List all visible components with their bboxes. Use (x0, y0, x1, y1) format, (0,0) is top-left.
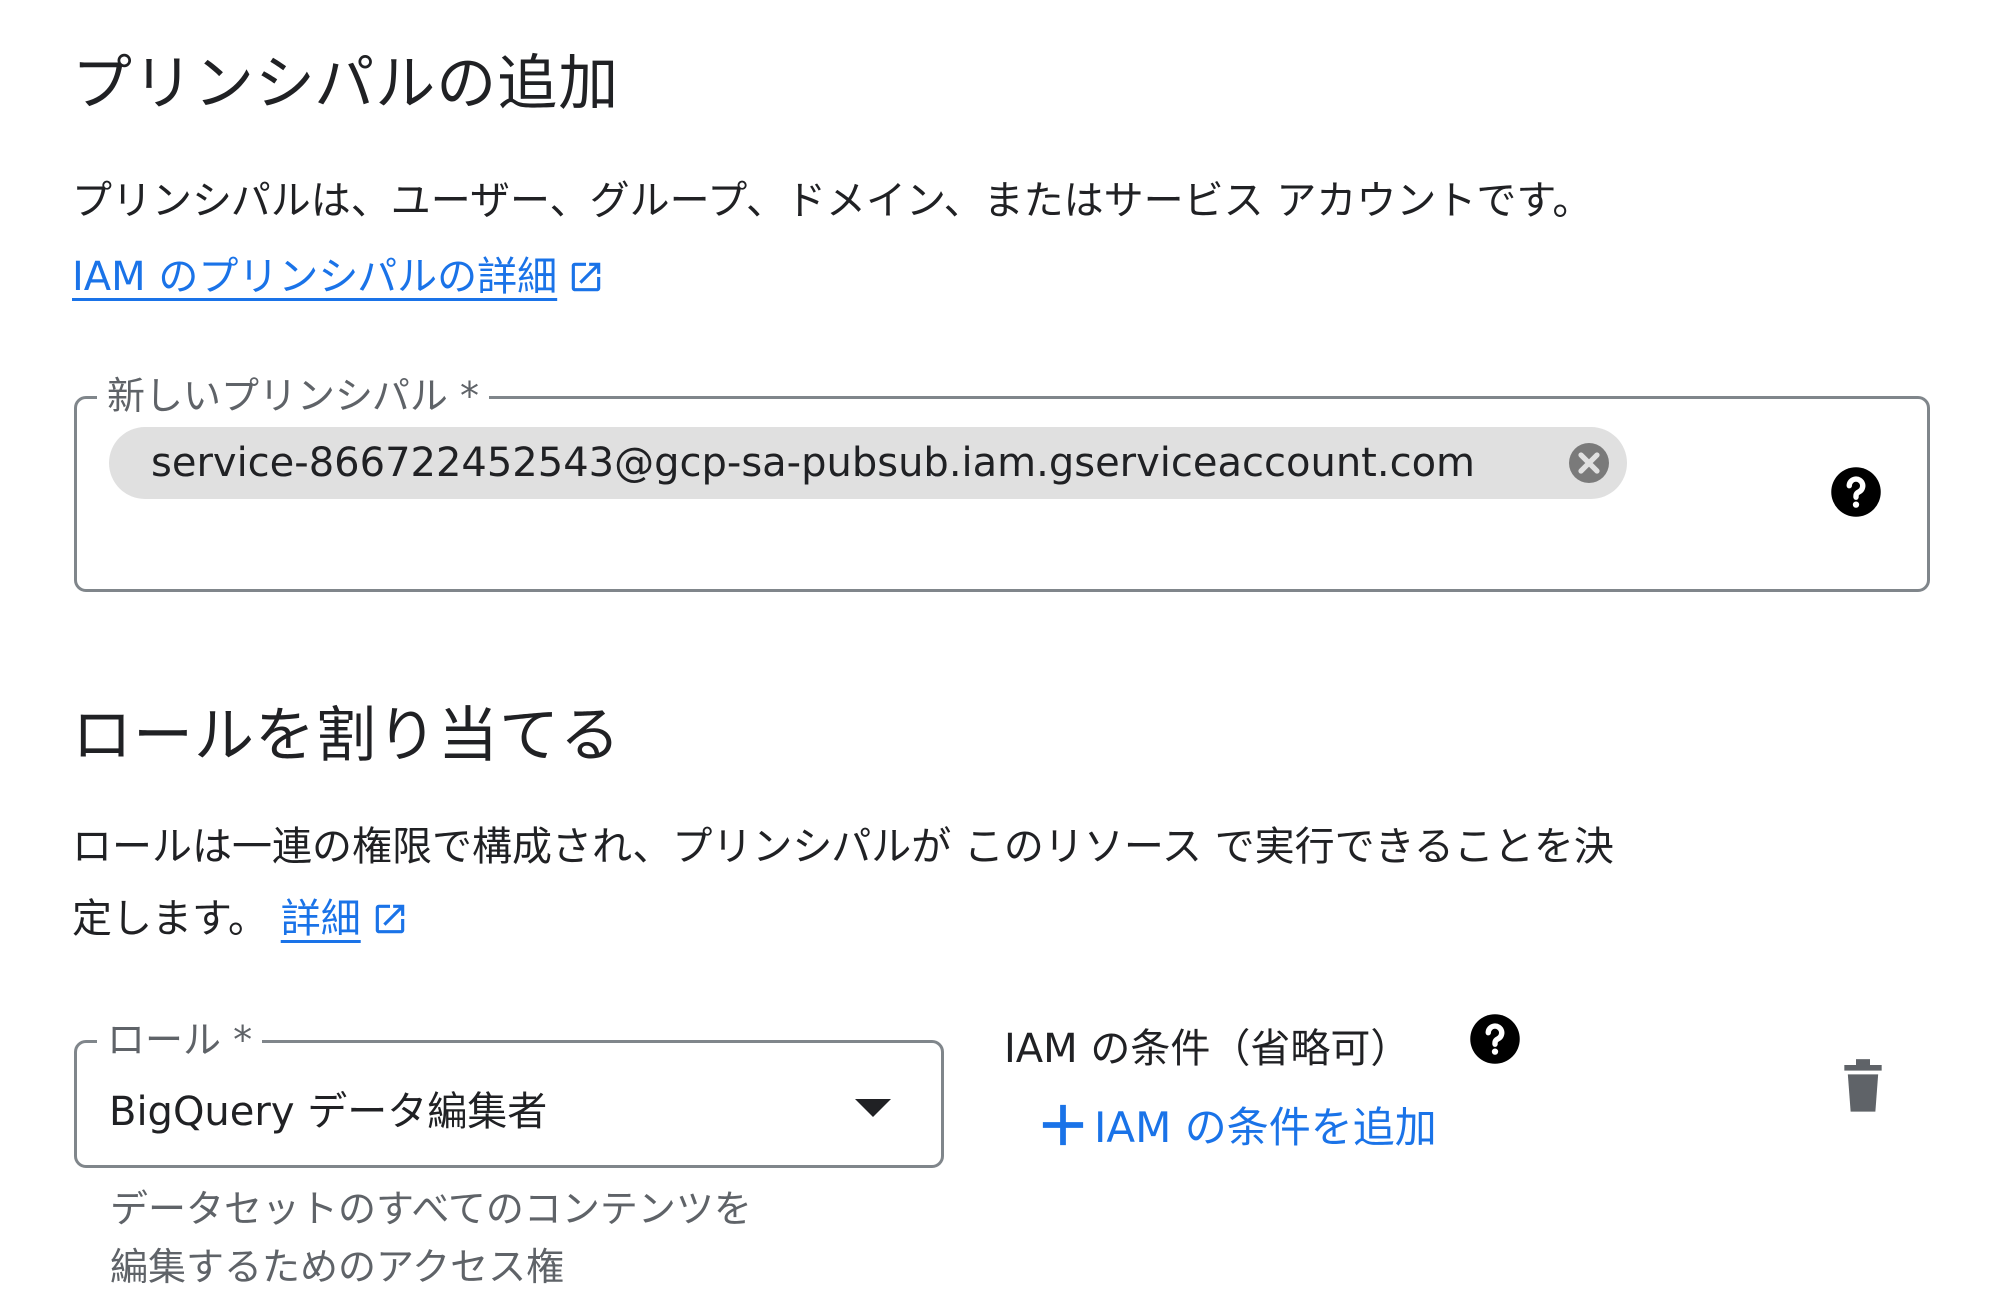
roles-description-line1: ロールは一連の権限で構成され、プリンシパルが このリソース で実行できることを決 (72, 824, 1614, 870)
trash-icon[interactable] (1838, 1058, 1888, 1114)
roles-details-link[interactable]: 詳細 (281, 896, 361, 942)
principals-description: プリンシパルは、ユーザー、グループ、ドメイン、またはサービス アカウントです。 (72, 178, 1593, 224)
principal-chip[interactable]: service-866722452543@gcp-sa-pubsub.iam.g… (109, 427, 1627, 499)
role-hint: データセットのすべてのコンテンツを 編集するためのアクセス権 (110, 1180, 752, 1296)
add-principals-title: プリンシパルの追加 (72, 49, 620, 119)
dropdown-caret-icon[interactable] (855, 1099, 891, 1117)
principal-chip-text: service-866722452543@gcp-sa-pubsub.iam.g… (151, 440, 1476, 486)
new-principal-field[interactable]: 新しいプリンシパル * service-866722452543@gcp-sa-… (74, 371, 1930, 592)
assign-roles-title: ロールを割り当てる (72, 701, 621, 771)
iam-condition-label: IAM の条件（省略可） (1004, 1026, 1411, 1072)
chip-remove-icon[interactable] (1565, 439, 1613, 487)
plus-icon (1042, 1104, 1084, 1145)
external-link-icon[interactable] (371, 900, 409, 938)
add-iam-condition-button[interactable]: IAM の条件を追加 (1040, 1094, 1437, 1155)
help-icon[interactable] (1829, 465, 1883, 519)
new-principal-label: 新しいプリンシパル * (97, 371, 489, 421)
principals-learn-more-link[interactable]: IAM のプリンシパルの詳細 (72, 254, 557, 300)
roles-description-line2-row: 定します。 詳細 (72, 882, 409, 956)
help-icon[interactable] (1468, 1012, 1522, 1066)
role-label: ロール * (97, 1015, 263, 1065)
role-hint-line2: 編集するためのアクセス権 (110, 1245, 565, 1289)
roles-description-line2: 定します。 (72, 896, 268, 942)
role-select-value: BigQuery データ編集者 (109, 1089, 548, 1135)
principals-learn-more-row: IAM のプリンシパルの詳細 (72, 240, 605, 314)
role-select[interactable]: ロール * BigQuery データ編集者 (74, 1015, 944, 1168)
add-iam-condition-label: IAM の条件を追加 (1094, 1103, 1437, 1152)
external-link-icon[interactable] (567, 258, 605, 296)
role-hint-line1: データセットのすべてのコンテンツを (110, 1187, 752, 1231)
